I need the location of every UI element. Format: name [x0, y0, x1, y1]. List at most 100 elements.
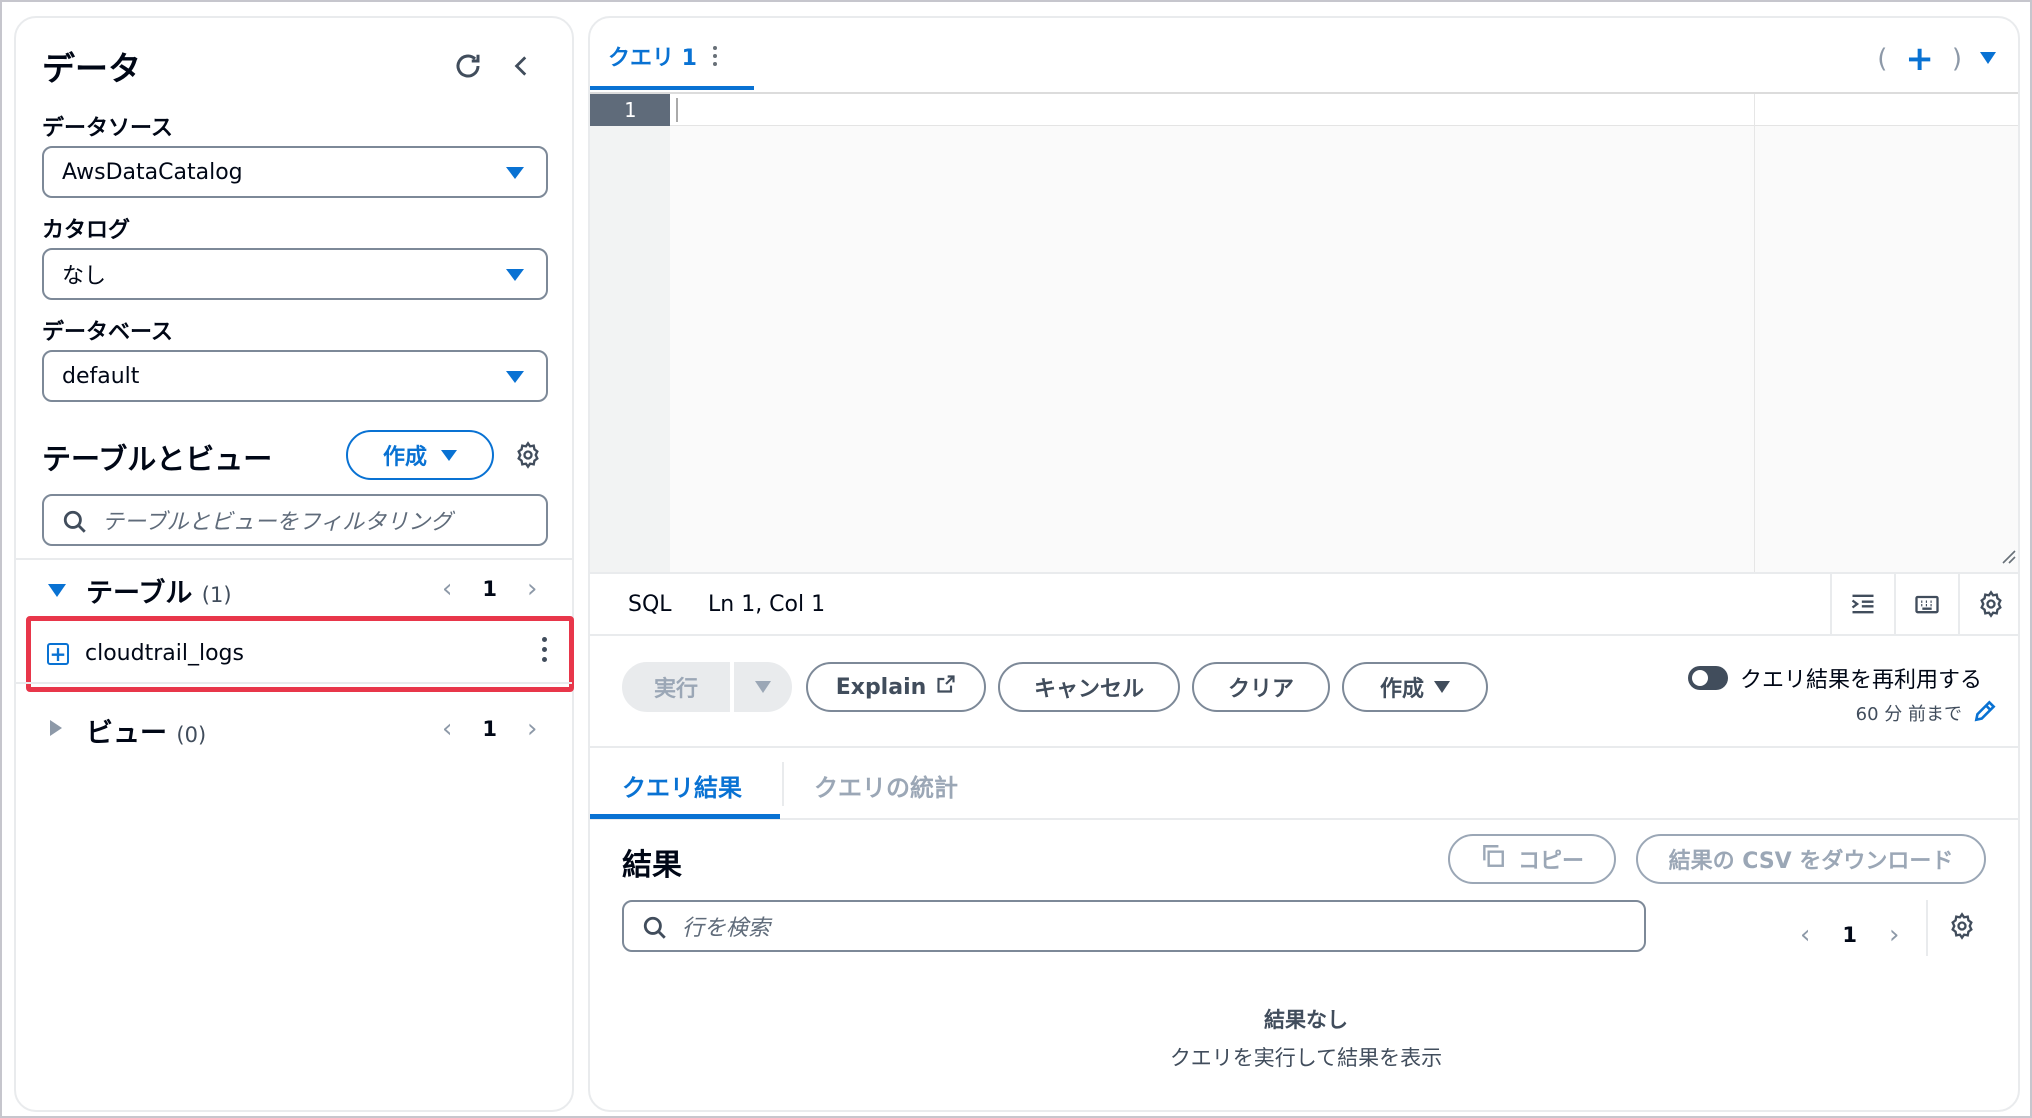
- line-number: 1: [590, 94, 670, 126]
- download-label: 結果の CSV をダウンロード: [1668, 849, 1954, 874]
- database-label: データベース: [42, 320, 173, 345]
- caret-down-icon: [1434, 681, 1450, 693]
- caret-down-icon: [506, 167, 524, 179]
- row-search-input[interactable]: 行を検索: [622, 900, 1646, 952]
- explain-button[interactable]: Explain: [806, 662, 986, 712]
- pencil-icon[interactable]: [1972, 698, 1998, 728]
- results-title: 結果: [622, 848, 682, 883]
- keyboard-icon[interactable]: [1894, 574, 1958, 634]
- views-pager: ‹ 1 ›: [442, 714, 537, 744]
- paren-right: ): [1951, 44, 1962, 74]
- create-button-label: 作成: [382, 445, 427, 470]
- copy-icon: [1480, 843, 1506, 875]
- empty-state-description: クエリを実行して結果を表示: [1169, 1046, 1443, 1070]
- paren-left: (: [1877, 44, 1888, 74]
- views-section-header[interactable]: ビュー (0) ‹ 1 ›: [18, 700, 574, 760]
- tab-query-1[interactable]: クエリ 1: [608, 40, 717, 72]
- editor-settings-gear-icon[interactable]: [1958, 574, 2018, 634]
- run-options-button[interactable]: [734, 662, 792, 712]
- query-editor-panel: クエリ 1 ( + ) 1 SQL Ln 1, Col 1 実行 Explain…: [588, 16, 2020, 1112]
- gear-icon[interactable]: [508, 435, 548, 475]
- empty-state-title: 結果なし: [1264, 1008, 1348, 1032]
- run-button[interactable]: 実行: [622, 662, 730, 712]
- database-select[interactable]: default: [42, 350, 548, 402]
- caret-expanded-icon[interactable]: [48, 584, 66, 597]
- chevron-left-icon[interactable]: ‹: [442, 574, 452, 604]
- panel-title: データ: [42, 49, 141, 88]
- views-count: (0): [176, 722, 207, 747]
- results-tabs: クエリ結果 クエリの統計: [590, 746, 2018, 820]
- catalog-select[interactable]: なし: [42, 248, 548, 300]
- tables-page-number[interactable]: 1: [482, 577, 497, 601]
- table-name[interactable]: cloudtrail_logs: [85, 641, 244, 666]
- views-section-label: ビュー (0): [86, 711, 206, 750]
- expand-plus-icon[interactable]: +: [47, 643, 69, 665]
- external-link-icon: [936, 674, 956, 700]
- explain-label: Explain: [835, 674, 927, 700]
- cancel-button[interactable]: キャンセル: [998, 662, 1180, 712]
- copy-button[interactable]: コピー: [1448, 834, 1616, 884]
- caret-down-icon: [506, 269, 524, 281]
- divider: [16, 682, 572, 684]
- tables-pager: ‹ 1 ›: [442, 574, 537, 604]
- catalog-value: なし: [62, 264, 107, 289]
- filter-placeholder: テーブルとビューをフィルタリング: [102, 510, 453, 535]
- print-margin: [1754, 94, 1755, 574]
- chevron-left-icon[interactable]: ‹: [442, 714, 452, 744]
- table-filter-input[interactable]: テーブルとビューをフィルタリング: [42, 494, 548, 546]
- chevron-right-icon[interactable]: ›: [527, 714, 537, 744]
- add-tab-group: ( + ): [1877, 42, 1962, 76]
- create-table-button[interactable]: 作成: [346, 430, 494, 480]
- run-label: 実行: [653, 677, 698, 702]
- tables-section-label: テーブル (1): [86, 571, 232, 610]
- caret-down-icon: [755, 681, 771, 693]
- editor-status-bar: SQL Ln 1, Col 1: [590, 572, 2018, 636]
- create-button[interactable]: 作成: [1342, 662, 1488, 712]
- tab-query-results[interactable]: クエリ結果: [622, 768, 742, 803]
- status-bar-icons: [1830, 574, 2018, 634]
- format-indent-icon[interactable]: [1830, 574, 1894, 634]
- catalog-label: カタログ: [42, 218, 131, 243]
- results-page-number[interactable]: 1: [1842, 923, 1857, 947]
- reuse-results-duration: 60 分 前まで: [1855, 704, 1962, 725]
- tables-views-title: テーブルとビュー: [42, 442, 273, 476]
- tables-label: テーブル: [86, 577, 193, 609]
- active-line[interactable]: [670, 94, 2018, 126]
- views-page-number[interactable]: 1: [482, 717, 497, 741]
- tab-options-icon[interactable]: [712, 46, 717, 66]
- caret-collapsed-icon[interactable]: [50, 720, 62, 736]
- tab-query-stats[interactable]: クエリの統計: [814, 768, 958, 803]
- active-tab-indicator: [590, 86, 754, 90]
- clear-button[interactable]: クリア: [1192, 662, 1330, 712]
- tab-menu-caret-icon[interactable]: [1980, 52, 1996, 64]
- data-source-value: AwsDataCatalog: [62, 159, 243, 185]
- chevron-left-icon[interactable]: ‹: [1800, 920, 1810, 950]
- results-pager: ‹ 1 ›: [1800, 920, 1899, 950]
- database-value: default: [62, 363, 140, 389]
- resize-handle-icon[interactable]: [1998, 546, 2016, 568]
- row-search-placeholder: 行を検索: [682, 916, 771, 941]
- app-frame: データ データソース AwsDataCatalog カタログ なし データベース…: [0, 0, 2032, 1118]
- download-csv-button[interactable]: 結果の CSV をダウンロード: [1636, 834, 1986, 884]
- add-tab-button[interactable]: +: [1905, 42, 1934, 76]
- chevron-right-icon[interactable]: ›: [1889, 920, 1899, 950]
- tables-section-header[interactable]: テーブル (1) ‹ 1 ›: [18, 560, 574, 620]
- data-panel: データ データソース AwsDataCatalog カタログ なし データベース…: [14, 16, 574, 1112]
- reuse-results-label: クエリ結果を再利用する: [1740, 668, 1983, 693]
- clear-label: クリア: [1227, 677, 1294, 702]
- refresh-icon[interactable]: [448, 46, 488, 86]
- data-source-select[interactable]: AwsDataCatalog: [42, 146, 548, 198]
- sql-editor[interactable]: 1: [590, 92, 2018, 574]
- create-label: 作成: [1379, 677, 1424, 702]
- more-options-icon[interactable]: [542, 637, 547, 662]
- query-tab-label: クエリ 1: [608, 46, 697, 71]
- collapse-chevron-icon[interactable]: [502, 46, 542, 86]
- copy-label: コピー: [1517, 849, 1584, 874]
- table-row[interactable]: + cloudtrail_logs: [26, 616, 574, 692]
- language-indicator: SQL: [628, 592, 672, 617]
- chevron-right-icon[interactable]: ›: [527, 574, 537, 604]
- caret-down-icon: [441, 449, 457, 461]
- reuse-results-toggle[interactable]: [1688, 666, 1728, 690]
- results-settings-gear-icon[interactable]: [1942, 906, 1982, 946]
- cursor-position: Ln 1, Col 1: [708, 592, 826, 617]
